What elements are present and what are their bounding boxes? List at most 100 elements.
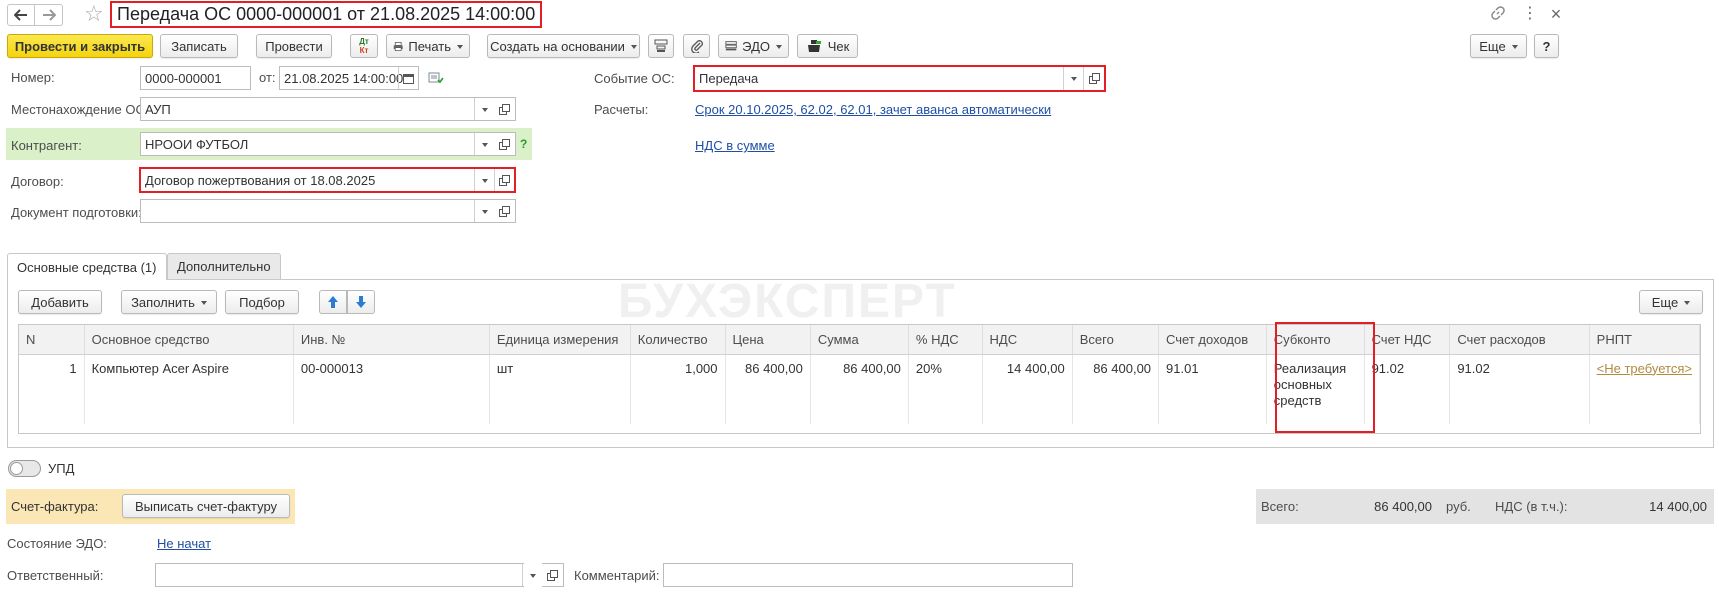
open-window-icon [499, 205, 510, 217]
page-title: Передача ОС 0000-000001 от 21.08.2025 14… [110, 1, 543, 28]
event-field[interactable]: Передача [695, 67, 1064, 90]
create-based-on-button[interactable]: Создать на основании [487, 34, 640, 58]
cell-vat-rate[interactable]: 20% [908, 354, 983, 424]
back-button[interactable] [7, 4, 35, 26]
vat-total-value: 14 400,00 [1649, 499, 1707, 514]
responsible-open-button[interactable] [542, 563, 564, 587]
comment-field[interactable] [663, 563, 1073, 587]
edo-state-link[interactable]: Не начат [157, 536, 211, 551]
save-button[interactable]: Записать [160, 34, 238, 58]
column-header[interactable]: РНПТ [1589, 325, 1700, 355]
column-header[interactable]: Всего [1072, 325, 1160, 355]
cell-vat-account[interactable]: 91.02 [1364, 354, 1451, 424]
cell-income-account[interactable]: 91.01 [1158, 354, 1267, 424]
contract-field[interactable]: Договор пожертвования от 18.08.2025 [141, 169, 494, 191]
column-header[interactable]: Счет НДС [1364, 325, 1451, 355]
tab-fixed-assets[interactable]: Основные средства (1) [7, 253, 167, 280]
cell-expense-account[interactable]: 91.02 [1449, 354, 1590, 424]
tab-additional[interactable]: Дополнительно [167, 253, 281, 279]
print-button[interactable]: Печать [386, 34, 470, 58]
post-and-close-button[interactable]: Провести и закрыть [7, 34, 153, 58]
kebab-menu-icon[interactable]: ⋮ [1522, 4, 1538, 24]
column-header[interactable]: Количество [630, 325, 726, 355]
cell-qty[interactable]: 1,000 [630, 354, 726, 424]
column-header[interactable]: НДС [982, 325, 1073, 355]
upd-toggle[interactable] [8, 460, 41, 477]
column-header[interactable]: Основное средство [84, 325, 294, 355]
move-up-button[interactable] [319, 290, 347, 314]
calendar-icon[interactable] [398, 67, 418, 89]
add-row-button[interactable]: Добавить [18, 290, 102, 314]
pick-button[interactable]: Подбор [225, 290, 299, 314]
paperclip-icon [690, 40, 703, 53]
event-open-button[interactable] [1083, 67, 1104, 90]
contract-open-button[interactable] [494, 169, 514, 191]
table-header-row: N Основное средство Инв. № Единица измер… [19, 325, 1700, 355]
move-down-button[interactable] [347, 290, 375, 314]
column-header[interactable]: Счет доходов [1158, 325, 1267, 355]
location-open-button[interactable] [494, 97, 516, 121]
close-icon[interactable]: × [1549, 4, 1563, 24]
toggle-knob [10, 462, 23, 475]
receipt-button[interactable]: Чек [797, 34, 858, 58]
cell-asset[interactable]: Компьютер Acer Aspire [84, 354, 294, 424]
column-header-subconto[interactable]: Субконто [1266, 325, 1365, 355]
number-field[interactable]: 0000-000001 [140, 66, 251, 90]
vat-in-sum-link[interactable]: НДС в сумме [695, 138, 775, 153]
column-header[interactable]: % НДС [908, 325, 983, 355]
link-icon[interactable] [1490, 5, 1508, 23]
dtkt-button[interactable]: Дт Кт [350, 34, 378, 58]
counterparty-field[interactable]: НРООИ ФУТБОЛ [140, 132, 494, 156]
cell-rnpt[interactable]: <Не требуется> [1589, 354, 1700, 424]
prep-doc-dropdown-icon[interactable] [474, 200, 494, 222]
structure-button[interactable] [648, 34, 674, 58]
table-row[interactable]: 1 Компьютер Acer Aspire 00-000013 шт 1,0… [19, 354, 1700, 424]
cell-unit[interactable]: шт [489, 354, 631, 424]
favorite-star-icon[interactable]: ☆ [84, 2, 104, 26]
total-label: Всего: [1261, 499, 1299, 514]
column-header[interactable]: Сумма [810, 325, 909, 355]
prep-doc-open-button[interactable] [494, 199, 516, 223]
dtkt-bottom-label: Кт [359, 46, 369, 55]
forward-button[interactable] [35, 4, 63, 26]
cell-inv[interactable]: 00-000013 [293, 354, 490, 424]
open-window-icon [499, 138, 510, 150]
document-status-icon [428, 71, 444, 88]
cell-sum[interactable]: 86 400,00 [810, 354, 909, 424]
edo-button[interactable]: ЭДО [718, 34, 789, 58]
cell-subconto[interactable]: Реализация основных средств [1266, 354, 1365, 424]
location-dropdown-icon[interactable] [474, 98, 494, 120]
table-more-button[interactable]: Еще [1639, 290, 1703, 314]
counterparty-help-icon[interactable]: ? [520, 137, 527, 151]
help-button[interactable]: ? [1534, 34, 1559, 58]
counterparty-open-button[interactable] [494, 132, 516, 156]
column-header[interactable]: Счет расходов [1449, 325, 1590, 355]
contract-label: Договор: [11, 174, 64, 189]
cell-vat[interactable]: 14 400,00 [982, 354, 1073, 424]
cell-total[interactable]: 86 400,00 [1072, 354, 1160, 424]
column-header[interactable]: Цена [725, 325, 811, 355]
issue-invoice-button[interactable]: Выписать счет-фактуру [122, 494, 290, 518]
location-label: Местонахождение ОС: [11, 102, 149, 117]
column-header[interactable]: Инв. № [293, 325, 490, 355]
responsible-dropdown-icon[interactable] [522, 564, 542, 586]
location-field[interactable]: АУП [140, 97, 494, 121]
more-button[interactable]: Еще [1470, 34, 1527, 58]
event-dropdown-icon[interactable] [1063, 67, 1083, 90]
number-label: Номер: [11, 70, 55, 85]
fill-button[interactable]: Заполнить [121, 290, 217, 314]
arrow-right-icon [42, 9, 56, 21]
post-button[interactable]: Провести [256, 34, 332, 58]
prep-doc-field[interactable] [140, 199, 494, 223]
attach-button[interactable] [683, 34, 710, 58]
cell-price[interactable]: 86 400,00 [725, 354, 811, 424]
vat-total-label: НДС (в т.ч.): [1495, 499, 1568, 514]
cell-n: 1 [19, 354, 85, 424]
counterparty-dropdown-icon[interactable] [474, 133, 494, 155]
event-label: Событие ОС: [594, 71, 675, 86]
responsible-field[interactable] [155, 563, 524, 587]
contract-dropdown-icon[interactable] [474, 169, 494, 191]
column-header[interactable]: N [19, 325, 85, 355]
settlements-link[interactable]: Срок 20.10.2025, 62.02, 62.01, зачет ава… [695, 102, 1051, 117]
column-header[interactable]: Единица измерения [489, 325, 631, 355]
